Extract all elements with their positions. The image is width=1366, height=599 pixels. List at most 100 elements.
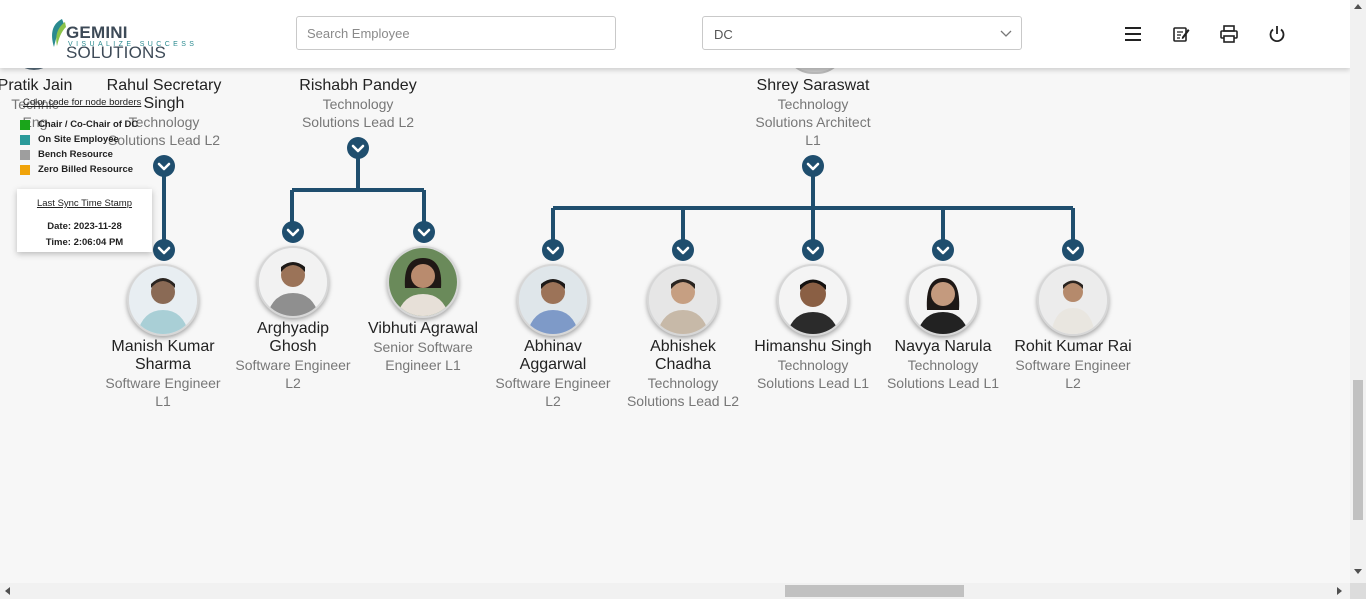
expand-toggle-chevron-icon[interactable] [346, 136, 370, 160]
top-header: GEMINI SOLUTIONS VISUALIZE SUCCESS DC [0, 0, 1350, 68]
avatar [647, 264, 719, 336]
employee-node-himanshu-singh[interactable]: Himanshu Singh Technology Solutions Lead… [753, 264, 873, 392]
employee-designation: Senior Software [373, 339, 473, 355]
employee-name: Rahul Secretary [106, 77, 222, 94]
employee-designation: Solutions Lead L2 [301, 114, 415, 130]
employee-name: Navya Narula [894, 338, 992, 355]
avatar [907, 264, 979, 336]
employee-designation: Solutions Architect [755, 114, 871, 130]
employee-designation: Engineer L1 [385, 357, 461, 373]
employee-designation: L2 [1065, 375, 1081, 391]
employee-designation: Technology [777, 357, 849, 373]
employee-designation: Technology [647, 375, 719, 391]
legend-item: Chair / Co-Chair of DC [20, 117, 155, 132]
employee-designation: Software Engineer [495, 375, 611, 391]
legend-swatch [20, 149, 30, 160]
gemini-logo[interactable]: GEMINI SOLUTIONS VISUALIZE SUCCESS [48, 18, 218, 62]
logo-leaf-icon [52, 19, 66, 47]
scrollbar-corner [1350, 583, 1366, 599]
employee-designation: Solutions Lead L1 [886, 375, 1000, 391]
legend-item: Zero Billed Resource [20, 162, 155, 177]
employee-node-rishabh-pandey[interactable]: Rishabh Pandey Technology Solutions Lead… [298, 77, 418, 131]
employee-name: Sharma [134, 356, 192, 373]
last-sync-panel: Last Sync Time Stamp Date: 2023-11-28 Ti… [17, 189, 152, 252]
legend-swatch [20, 119, 30, 130]
scroll-right-arrow-icon[interactable] [1337, 587, 1343, 595]
expand-toggle-chevron-icon[interactable] [152, 154, 176, 178]
expand-toggle-chevron-icon[interactable] [541, 238, 565, 262]
employee-name: Manish Kumar [111, 338, 215, 355]
avatar [517, 264, 589, 336]
employee-name: Rishabh Pandey [299, 77, 417, 94]
employee-name: Rohit Kumar Rai [1014, 338, 1132, 355]
legend-swatch [20, 134, 30, 145]
employee-name: Vibhuti Agrawal [368, 320, 478, 337]
sync-title: Last Sync Time Stamp [36, 198, 133, 209]
menu-icon[interactable] [1123, 24, 1143, 44]
edit-note-icon[interactable] [1171, 24, 1191, 44]
scroll-up-arrow-icon[interactable] [1354, 3, 1362, 9]
expand-toggle-chevron-icon[interactable] [152, 238, 176, 262]
vertical-scrollbar[interactable] [1350, 0, 1366, 583]
avatar [777, 264, 849, 336]
employee-node-abhishek-chadha[interactable]: Abhishek Chadha Technology Solutions Lea… [623, 264, 743, 410]
dc-select-value: DC [714, 27, 733, 42]
employee-designation: L1 [805, 132, 821, 148]
employee-node-shrey-saraswat[interactable]: Shrey Saraswat Technology Solutions Arch… [753, 77, 873, 149]
employee-designation: Solutions Lead L1 [756, 375, 870, 391]
employee-name: Chadha [654, 356, 712, 373]
legend-title: Color code for node borders [23, 97, 142, 108]
sync-date: Date: 2023-11-28 [47, 221, 122, 232]
employee-node-manish-kumar-sharma[interactable]: Manish Kumar Sharma Software Engineer L1 [103, 264, 223, 410]
legend-item: Bench Resource [20, 147, 155, 162]
legend-swatch [20, 164, 30, 175]
horizontal-scroll-thumb[interactable] [785, 585, 964, 597]
avatar [1037, 264, 1109, 336]
employee-designation: L2 [545, 393, 561, 409]
expand-toggle-chevron-icon[interactable] [801, 154, 825, 178]
employee-designation: L1 [155, 393, 171, 409]
chevron-down-icon [1000, 30, 1012, 37]
employee-designation: Software Engineer [105, 375, 221, 391]
employee-name: Ghosh [269, 338, 317, 355]
avatar [257, 246, 329, 318]
print-icon[interactable] [1219, 24, 1239, 44]
employee-node-arghyadip-ghosh[interactable]: Arghyadip Ghosh Software Engineer L2 [233, 246, 353, 392]
avatar [127, 264, 199, 336]
expand-toggle-chevron-icon[interactable] [801, 238, 825, 262]
employee-name: Pratik Jain [0, 77, 73, 94]
vertical-scroll-thumb[interactable] [1353, 380, 1363, 520]
employee-designation: Technology [777, 96, 849, 112]
expand-toggle-chevron-icon[interactable] [412, 220, 436, 244]
employee-designation: Technology [322, 96, 394, 112]
avatar [387, 246, 459, 318]
employee-name: Shrey Saraswat [756, 77, 870, 94]
employee-designation: Technology [907, 357, 979, 373]
employee-node-navya-narula[interactable]: Navya Narula Technology Solutions Lead L… [883, 264, 1003, 392]
legend-item: On Site Employee [20, 132, 155, 147]
horizontal-scrollbar[interactable] [0, 583, 1350, 599]
employee-node-vibhuti-agrawal[interactable]: Vibhuti Agrawal Senior Software Engineer… [363, 246, 483, 374]
employee-designation: Solutions Lead L2 [626, 393, 740, 409]
expand-toggle-chevron-icon[interactable] [931, 238, 955, 262]
employee-node-abhinav-aggarwal[interactable]: Abhinav Aggarwal Software Engineer L2 [493, 264, 613, 410]
scroll-left-arrow-icon[interactable] [4, 587, 10, 595]
sync-time: Time: 2:06:04 PM [45, 237, 124, 248]
expand-toggle-chevron-icon[interactable] [281, 220, 305, 244]
connector-line [290, 148, 426, 232]
employee-designation: L2 [285, 375, 301, 391]
logo-tagline: VISUALIZE SUCCESS [68, 41, 198, 48]
expand-toggle-chevron-icon[interactable] [1061, 238, 1085, 262]
employee-name: Aggarwal [519, 356, 587, 373]
employee-name: Abhinav [524, 338, 582, 355]
employee-node-rohit-kumar-rai[interactable]: Rohit Kumar Rai Software Engineer L2 [1013, 264, 1133, 392]
employee-name: Abhishek [650, 338, 716, 355]
power-icon[interactable] [1267, 24, 1287, 44]
employee-designation: Software Engineer [235, 357, 351, 373]
color-legend: Color code for node borders Chair / Co-C… [20, 97, 155, 177]
search-employee-input[interactable] [296, 16, 616, 50]
employee-name: Himanshu Singh [754, 338, 872, 355]
scroll-down-arrow-icon[interactable] [1354, 569, 1362, 575]
expand-toggle-chevron-icon[interactable] [671, 238, 695, 262]
dc-select[interactable]: DC [702, 16, 1022, 50]
